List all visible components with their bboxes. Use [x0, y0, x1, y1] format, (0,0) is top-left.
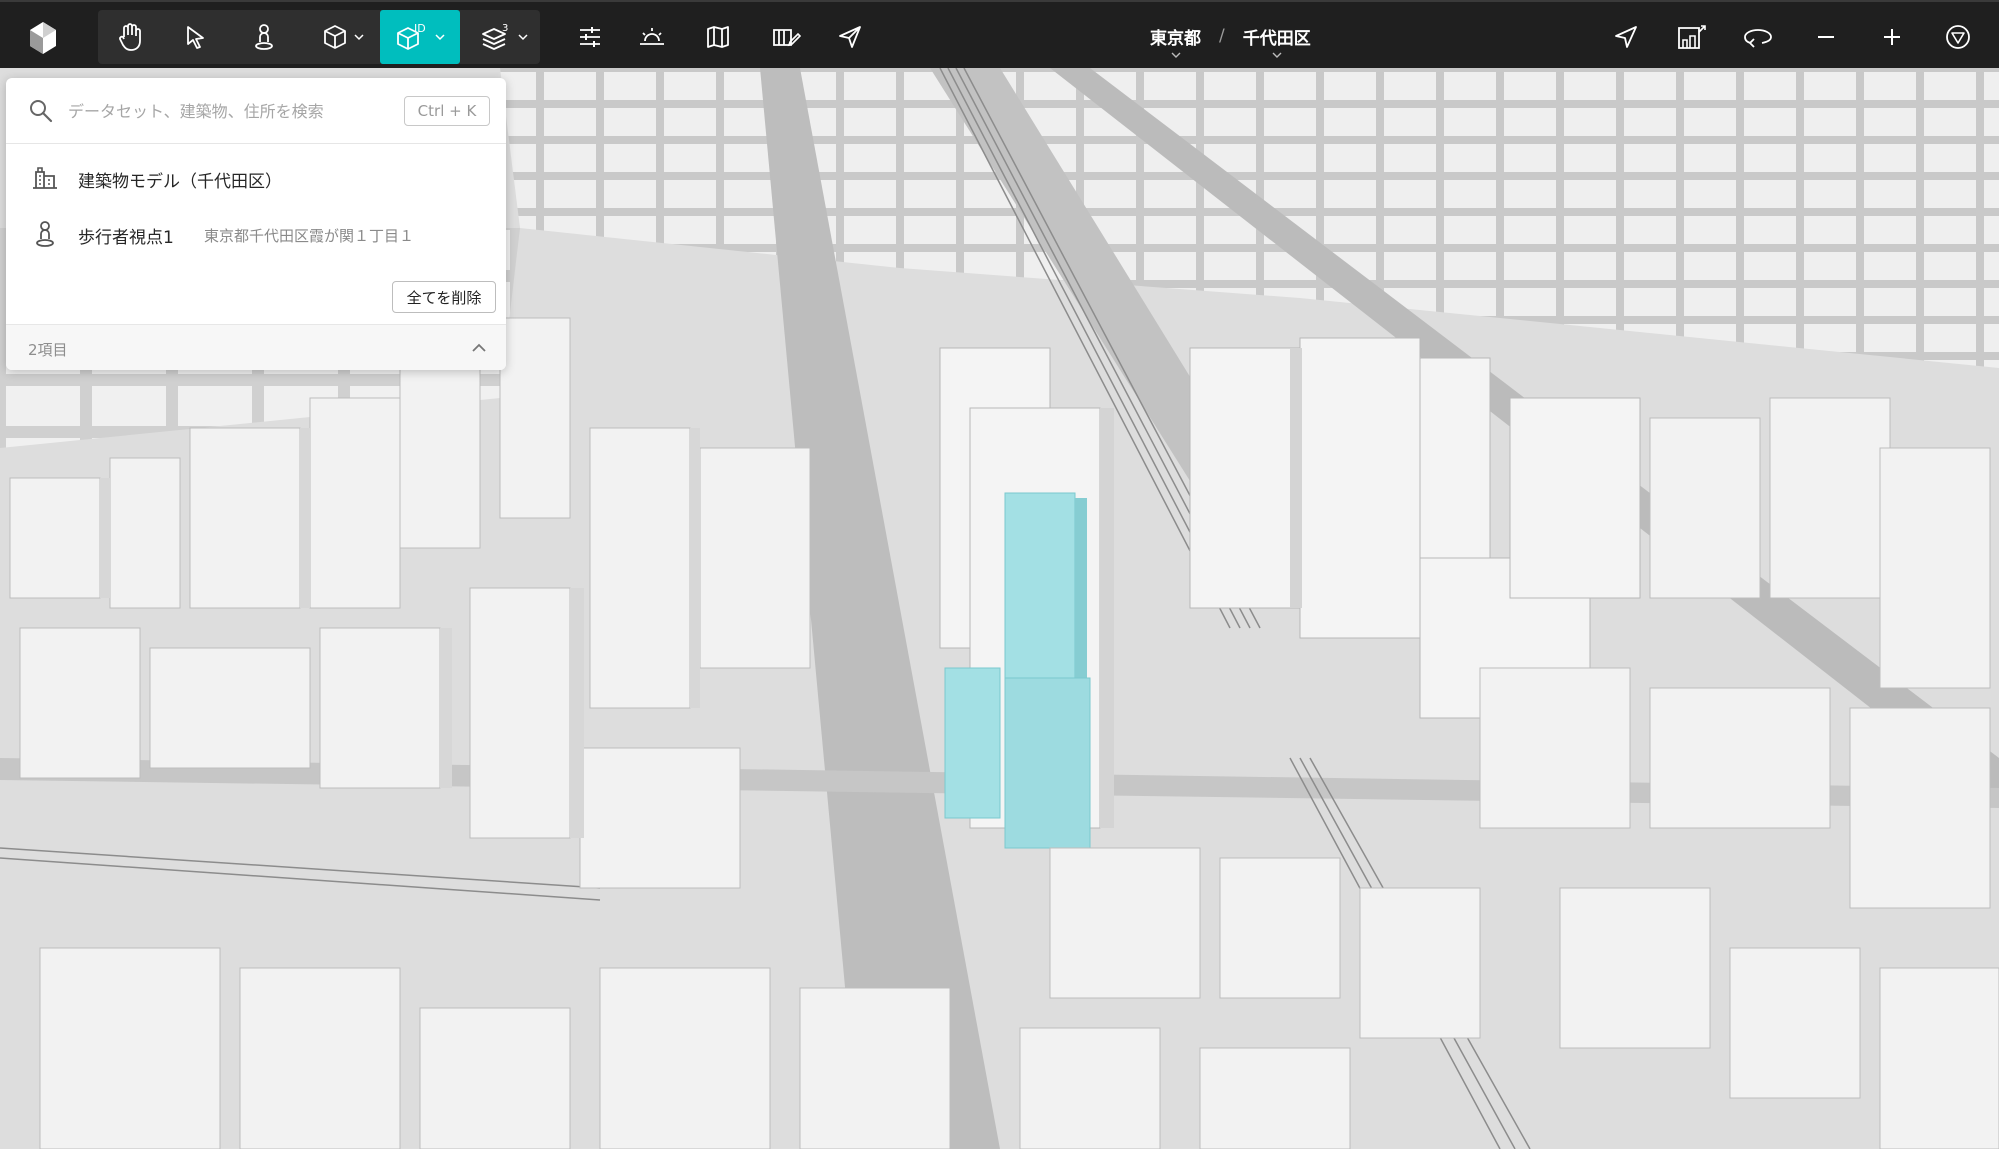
hand-tool-button[interactable] [108, 10, 152, 64]
compass-icon [1946, 25, 1970, 49]
id-badge-text: ID [414, 22, 426, 35]
building-model-icon [33, 167, 57, 189]
share-button[interactable] [828, 10, 872, 64]
breadcrumb-ward[interactable]: 千代田区 [1242, 24, 1311, 58]
compass-button[interactable] [1936, 10, 1980, 64]
breadcrumb-prefecture-label: 東京都 [1150, 28, 1201, 49]
pedestrian-tool-button[interactable] [242, 10, 286, 64]
search-result-label: 建築物モデル（千代田区） [78, 171, 282, 192]
app-root: ID 3 東京都 / 千代田区 データセット、建築物、住所を検索 Ctrl + … [0, 0, 1999, 1149]
scene-edit-button[interactable] [764, 10, 808, 64]
panel-footer: 2項目 [6, 324, 506, 370]
breadcrumb-ward-label: 千代田区 [1242, 28, 1311, 49]
top-toolbar: ID 3 東京都 / 千代田区 [0, 0, 1999, 68]
zoom-in-icon [1884, 29, 1900, 45]
map-icon [707, 26, 729, 48]
pedestrian-icon [255, 24, 273, 50]
layers-icon: 3 [482, 23, 508, 50]
search-result-address: 東京都千代田区霞が関１丁目１ [204, 226, 415, 245]
cube-icon [324, 25, 346, 49]
breadcrumb-prefecture[interactable]: 東京都 [1150, 24, 1201, 58]
search-result-label: 歩行者視点1 [78, 227, 174, 248]
scene-edit-icon [773, 29, 801, 47]
search-input[interactable] [68, 94, 398, 128]
cursor-icon [187, 26, 204, 49]
chevron-down-icon [1272, 52, 1282, 58]
chevron-down-icon [435, 34, 445, 41]
breadcrumb: 東京都 / 千代田区 [1150, 2, 1350, 70]
shortcut-badge: Ctrl + K [404, 96, 490, 126]
rotate-icon [1744, 29, 1772, 48]
chevron-up-icon[interactable] [468, 337, 490, 359]
search-result-item[interactable]: 歩行者視点1 東京都千代田区霞が関１丁目１ [6, 207, 506, 263]
rotate-button[interactable] [1736, 10, 1780, 64]
clear-all-button[interactable]: 全てを削除 [392, 281, 496, 313]
search-result-item[interactable]: 建築物モデル（千代田区） [6, 151, 506, 207]
street-view-icon [1678, 25, 1706, 49]
search-panel: Ctrl + K 建築物モデル（千代田区） 歩行者視点1 東京都千代田区霞が関１… [6, 78, 506, 370]
search-icon [30, 100, 53, 123]
map-button[interactable] [696, 10, 740, 64]
item-count: 2項目 [28, 341, 68, 359]
layers-tool-button[interactable]: 3 [474, 10, 534, 64]
chevron-down-icon [354, 34, 364, 41]
zoom-out-icon [1818, 36, 1834, 38]
building-id-tool-button[interactable]: ID [380, 10, 460, 64]
select-tool-button[interactable] [174, 10, 218, 64]
sun-icon [640, 28, 664, 45]
settings-button[interactable] [568, 10, 612, 64]
cube-tool-button[interactable] [314, 10, 372, 64]
app-logo-icon[interactable] [24, 18, 62, 56]
locate-button[interactable] [1604, 10, 1648, 64]
zoom-in-button[interactable] [1870, 10, 1914, 64]
sun-button[interactable] [630, 10, 674, 64]
pedestrian-icon [36, 221, 54, 247]
sliders-icon [580, 27, 600, 47]
building-id-icon: ID [397, 22, 426, 50]
layers-badge-text: 3 [502, 23, 508, 34]
breadcrumb-separator: / [1219, 26, 1225, 46]
chevron-down-icon [518, 34, 528, 41]
send-icon [839, 26, 861, 48]
locate-icon [1615, 26, 1637, 48]
hand-icon [119, 23, 141, 51]
search-bar: Ctrl + K [6, 78, 506, 144]
chevron-down-icon [1171, 52, 1180, 58]
zoom-out-button[interactable] [1804, 10, 1848, 64]
street-view-button[interactable] [1668, 10, 1716, 64]
